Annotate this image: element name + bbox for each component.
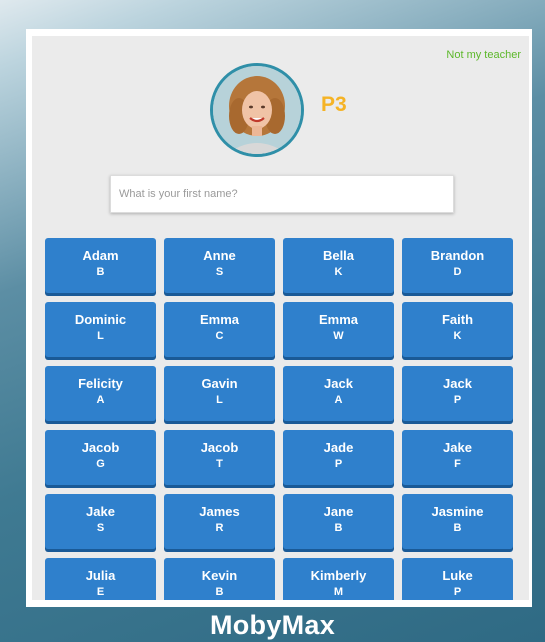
teacher-avatar — [210, 63, 304, 157]
student-first-name: James — [199, 504, 240, 519]
student-last-initial: B — [96, 266, 105, 278]
student-last-initial: P — [453, 586, 462, 598]
student-first-name: Adam — [82, 248, 119, 263]
student-button[interactable]: Jake S — [45, 494, 156, 549]
student-first-name: Emma — [318, 312, 359, 327]
student-button[interactable]: Jacob T — [164, 430, 275, 485]
student-button[interactable]: Bella K — [283, 238, 394, 293]
student-last-initial: S — [96, 522, 105, 534]
student-first-name: Emma — [199, 312, 240, 327]
student-first-name: Jasmine — [431, 504, 484, 519]
student-first-name: Gavin — [201, 376, 238, 391]
student-first-name: Jake — [86, 504, 115, 519]
student-button[interactable]: Anne S — [164, 238, 275, 293]
student-first-name: Faith — [441, 312, 474, 327]
student-first-name: Jack — [324, 376, 353, 391]
student-last-initial: M — [333, 586, 344, 598]
student-first-name: Jake — [443, 440, 472, 455]
teacher-avatar-photo — [213, 66, 301, 154]
student-last-initial: B — [215, 586, 224, 598]
student-button[interactable]: Dominic L — [45, 302, 156, 357]
student-button-grid: Adam B Anne S Bella K Brandon D Dominic L Emm… — [45, 238, 515, 600]
student-button[interactable]: Kevin B — [164, 558, 275, 600]
student-last-initial: E — [96, 586, 105, 598]
student-first-name: Jack — [443, 376, 472, 391]
login-panel: Not my teacher P3 Adam B Anne S Bella K Bra… — [32, 36, 529, 600]
student-button[interactable]: Jack P — [402, 366, 513, 421]
student-button[interactable]: Jade P — [283, 430, 394, 485]
student-first-name: Jacob — [81, 440, 120, 455]
student-button[interactable]: Felicity A — [45, 366, 156, 421]
student-last-initial: W — [333, 330, 344, 342]
student-button[interactable]: Brandon D — [402, 238, 513, 293]
student-first-name: Jane — [323, 504, 354, 519]
student-button[interactable]: Emma W — [283, 302, 394, 357]
student-first-name: Dominic — [74, 312, 127, 327]
student-button[interactable]: Jacob G — [45, 430, 156, 485]
student-last-initial: R — [215, 522, 224, 534]
student-last-initial: P — [334, 458, 343, 470]
student-button[interactable]: Emma C — [164, 302, 275, 357]
student-last-initial: T — [216, 458, 223, 470]
student-last-initial: A — [334, 394, 343, 406]
student-button[interactable]: Jack A — [283, 366, 394, 421]
student-first-name: Jacob — [200, 440, 239, 455]
student-last-initial: L — [216, 394, 223, 406]
student-first-name: Jade — [323, 440, 354, 455]
not-my-teacher-link[interactable]: Not my teacher — [446, 49, 521, 61]
student-last-initial: G — [96, 458, 105, 470]
student-button[interactable]: Luke P — [402, 558, 513, 600]
student-first-name: Luke — [442, 568, 473, 583]
student-button[interactable]: Adam B — [45, 238, 156, 293]
student-last-initial: F — [454, 458, 461, 470]
student-first-name: Kimberly — [310, 568, 367, 583]
student-last-initial: K — [453, 330, 462, 342]
student-button[interactable]: Faith K — [402, 302, 513, 357]
student-last-initial: D — [453, 266, 462, 278]
student-last-initial: K — [334, 266, 343, 278]
student-button[interactable]: Kimberly M — [283, 558, 394, 600]
student-last-initial: B — [334, 522, 343, 534]
student-last-initial: P — [453, 394, 462, 406]
student-button[interactable]: Gavin L — [164, 366, 275, 421]
student-first-name: Bella — [322, 248, 355, 263]
app-title: MobyMax — [209, 610, 336, 640]
student-first-name: Anne — [203, 248, 236, 263]
student-button[interactable]: Jane B — [283, 494, 394, 549]
student-button[interactable]: Jake F — [402, 430, 513, 485]
student-button[interactable]: James R — [164, 494, 275, 549]
student-last-initial: S — [215, 266, 224, 278]
student-first-name: Julia — [85, 568, 116, 583]
student-last-initial: A — [96, 394, 105, 406]
student-button[interactable]: Julia E — [45, 558, 156, 600]
student-last-initial: B — [453, 522, 462, 534]
student-first-name: Brandon — [430, 248, 485, 263]
student-button[interactable]: Jasmine B — [402, 494, 513, 549]
class-code: P3 — [321, 93, 347, 116]
student-first-name: Kevin — [201, 568, 238, 583]
first-name-input[interactable] — [110, 175, 454, 213]
student-last-initial: C — [215, 330, 224, 342]
student-first-name: Felicity — [78, 376, 123, 391]
student-last-initial: L — [97, 330, 104, 342]
